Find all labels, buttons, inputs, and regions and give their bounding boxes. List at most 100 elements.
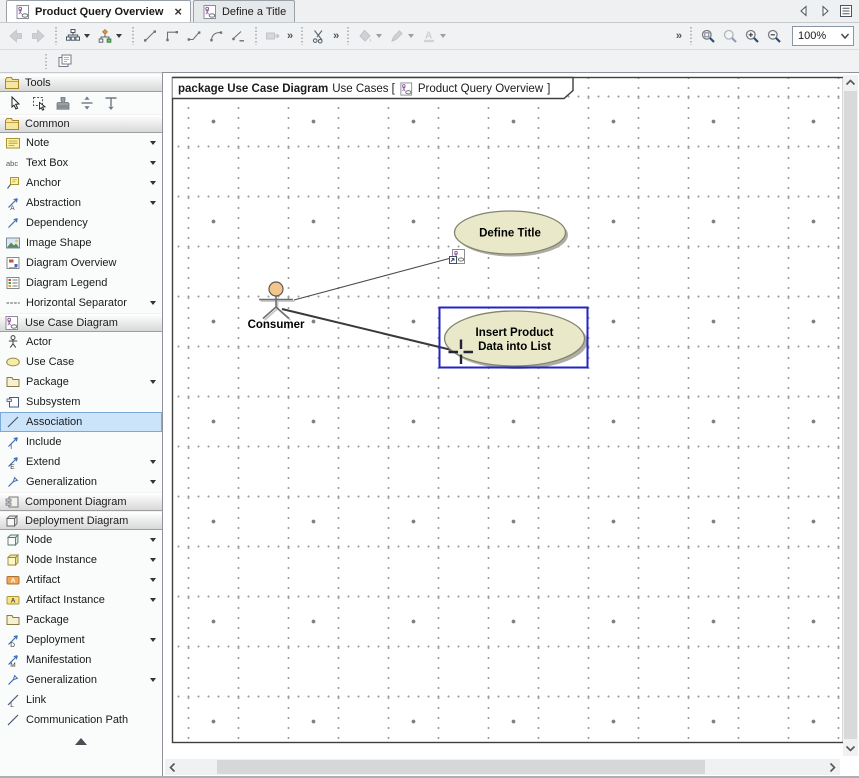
palette-item-diagram-legend[interactable]: Diagram Legend: [0, 273, 162, 293]
palette-section-component-diagram[interactable]: Component Diagram: [0, 492, 162, 511]
scroll-right-icon[interactable]: [825, 759, 840, 775]
palette-item-actor[interactable]: Actor: [0, 332, 162, 352]
palette-section-deployment-diagram[interactable]: Deployment Diagram: [0, 511, 162, 530]
chevron-down-icon[interactable]: [150, 201, 156, 205]
diagram-shortcut-icon[interactable]: [450, 250, 465, 264]
palette-section-tools[interactable]: Tools: [0, 73, 162, 92]
forward-button[interactable]: [27, 25, 49, 47]
line-style-custom-button[interactable]: [227, 25, 249, 47]
line-style-rectilinear-button[interactable]: [161, 25, 183, 47]
horizontal-scrollbar[interactable]: [165, 759, 840, 775]
chevron-down-icon[interactable]: [150, 678, 156, 682]
scroll-up-icon[interactable]: [843, 75, 858, 90]
vertical-spacing-tool-icon[interactable]: [79, 95, 96, 112]
refactor-button[interactable]: [262, 25, 284, 47]
palette-item-anchor[interactable]: Anchor: [0, 173, 162, 193]
chevron-down-icon[interactable]: [150, 538, 156, 542]
chevron-down-icon[interactable]: [150, 181, 156, 185]
scroll-tabs-right-icon[interactable]: [817, 3, 833, 19]
zoom-level-combobox[interactable]: 100%: [792, 26, 854, 46]
zoom-region-button[interactable]: [697, 25, 719, 47]
line-style-bent-button[interactable]: [183, 25, 205, 47]
overflow-chevron[interactable]: »: [333, 30, 338, 42]
palette-item-note[interactable]: Note: [0, 133, 162, 153]
tab-product-query-overview[interactable]: Product Query Overview ×: [6, 0, 191, 22]
use-case-define-title[interactable]: Define Title: [455, 211, 569, 257]
palette-item-use-case[interactable]: Use Case: [0, 352, 162, 372]
chevron-down-icon[interactable]: [150, 301, 156, 305]
diagram-canvas[interactable]: Consumer Define Title Insert: [163, 73, 859, 777]
palette-item-extend[interactable]: E Extend: [0, 452, 162, 472]
back-button[interactable]: [5, 25, 27, 47]
chevron-down-icon[interactable]: [116, 34, 122, 38]
vertical-scrollbar-thumb[interactable]: [844, 91, 857, 739]
zoom-in-button[interactable]: [741, 25, 763, 47]
line-color-button[interactable]: [386, 25, 408, 47]
vertical-scrollbar[interactable]: [843, 75, 858, 756]
chevron-down-icon[interactable]: [84, 34, 90, 38]
palette-item-text-box[interactable]: abc Text Box: [0, 153, 162, 173]
chevron-down-icon[interactable]: [150, 141, 156, 145]
group-select-tool-icon[interactable]: [31, 95, 48, 112]
chevron-down-icon[interactable]: [150, 380, 156, 384]
palette-item-dependency[interactable]: Dependency: [0, 213, 162, 233]
palette-item-horizontal-separator[interactable]: Horizontal Separator: [0, 293, 162, 313]
palette-item-subsystem[interactable]: Subsystem: [0, 392, 162, 412]
toolbar-drag-handle[interactable]: [44, 54, 48, 69]
close-icon[interactable]: ×: [174, 7, 182, 17]
palette-item-package-deployment[interactable]: Package: [0, 610, 162, 630]
palette-item-manifestation[interactable]: M Manifestation: [0, 650, 162, 670]
palette-item-link[interactable]: L Link: [0, 690, 162, 710]
palette-item-association[interactable]: Association: [0, 412, 162, 432]
palette-item-abstraction[interactable]: A Abstraction: [0, 193, 162, 213]
association-line-define-title[interactable]: [294, 258, 451, 300]
scroll-left-icon[interactable]: [165, 759, 180, 775]
overflow-chevron[interactable]: »: [676, 30, 681, 42]
tab-list-icon[interactable]: [838, 3, 854, 19]
chevron-down-icon[interactable]: [150, 480, 156, 484]
fill-color-button[interactable]: [354, 25, 376, 47]
chevron-down-icon[interactable]: [150, 558, 156, 562]
palette-item-node[interactable]: Node: [0, 530, 162, 550]
chevron-down-icon[interactable]: [150, 598, 156, 602]
chevron-down-icon[interactable]: [150, 578, 156, 582]
palette-section-common[interactable]: Common: [0, 114, 162, 133]
line-style-curved-button[interactable]: [205, 25, 227, 47]
horizontal-spacing-tool-icon[interactable]: [103, 95, 120, 112]
pointer-tool-icon[interactable]: [7, 95, 24, 112]
chevron-down-icon[interactable]: [150, 161, 156, 165]
palette-item-package[interactable]: Package: [0, 372, 162, 392]
chevron-down-icon[interactable]: [150, 638, 156, 642]
chevron-down-icon[interactable]: [408, 34, 414, 38]
overflow-chevron[interactable]: »: [287, 30, 292, 42]
add-element-button[interactable]: [94, 25, 116, 47]
sticky-mode-tool-icon[interactable]: [55, 95, 72, 112]
zoom-out-button[interactable]: [763, 25, 785, 47]
association-line-insert-product[interactable]: [282, 309, 460, 352]
palette-item-image-shape[interactable]: Image Shape: [0, 233, 162, 253]
tab-define-a-title[interactable]: Define a Title: [193, 0, 295, 22]
palette-item-communication-path[interactable]: Communication Path: [0, 710, 162, 730]
palette-item-artifact-instance[interactable]: A Artifact Instance: [0, 590, 162, 610]
cut-button[interactable]: [308, 25, 330, 47]
palette-item-artifact[interactable]: A Artifact: [0, 570, 162, 590]
palette-item-diagram-overview[interactable]: Diagram Overview: [0, 253, 162, 273]
palette-item-node-instance[interactable]: Node Instance: [0, 550, 162, 570]
palette-item-generalization[interactable]: Generalization: [0, 472, 162, 492]
show-in-tree-button[interactable]: [62, 25, 84, 47]
palette-scroll-up-button[interactable]: [0, 733, 162, 749]
chevron-down-icon[interactable]: [150, 460, 156, 464]
scroll-tabs-left-icon[interactable]: [796, 3, 812, 19]
palette-section-use-case-diagram[interactable]: Use Case Diagram: [0, 313, 162, 332]
chevron-down-icon[interactable]: [839, 30, 851, 42]
horizontal-scrollbar-thumb[interactable]: [217, 760, 705, 774]
palette-item-deployment[interactable]: D Deployment: [0, 630, 162, 650]
palette-item-generalization-deployment[interactable]: Generalization: [0, 670, 162, 690]
actor-consumer[interactable]: Consumer: [248, 282, 305, 331]
font-color-button[interactable]: A: [418, 25, 440, 47]
diagrams-button[interactable]: [54, 50, 76, 72]
chevron-down-icon[interactable]: [440, 34, 446, 38]
scroll-down-icon[interactable]: [843, 741, 858, 756]
palette-item-include[interactable]: I Include: [0, 432, 162, 452]
zoom-original-button[interactable]: [719, 25, 741, 47]
